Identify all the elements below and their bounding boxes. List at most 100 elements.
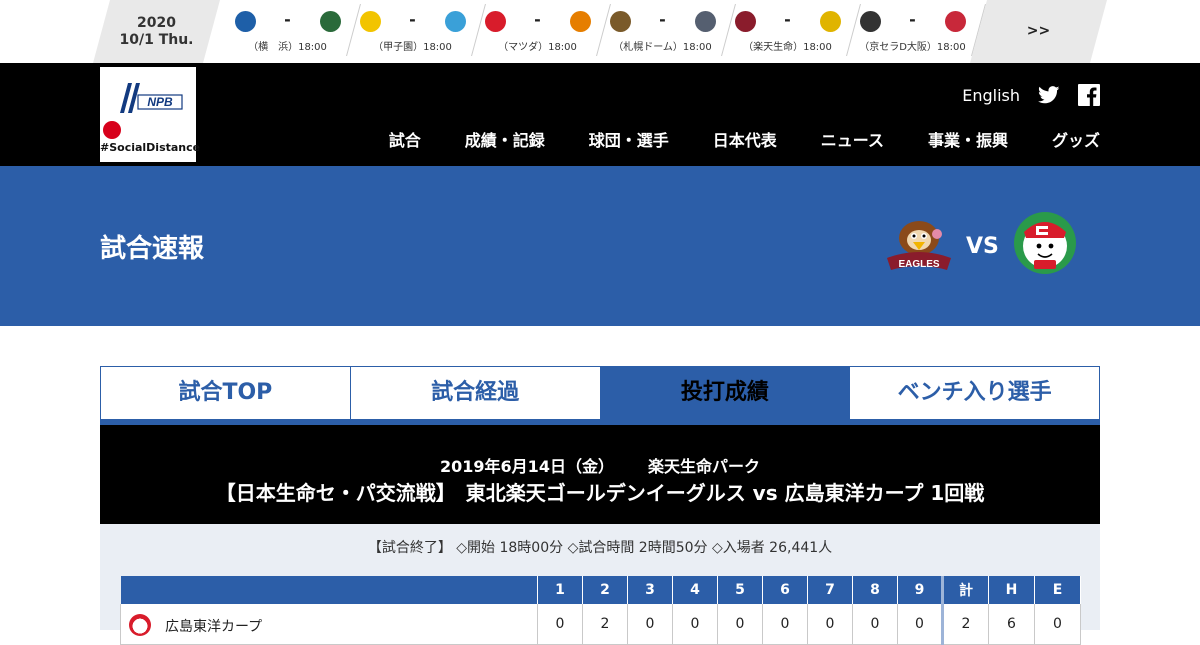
marines-logo-icon — [945, 11, 966, 32]
fighters-logo-icon — [610, 11, 631, 32]
page-title: 試合速報 — [100, 234, 205, 264]
social-distance-mark-icon — [103, 121, 121, 139]
nav-item[interactable]: 試合 — [389, 127, 421, 151]
team-column-header — [120, 576, 538, 604]
ticker-game[interactable]: - （甲子園）18:00 — [350, 0, 486, 63]
game-score: - — [909, 10, 916, 29]
ticker-game[interactable]: - （マツダ）18:00 — [475, 0, 611, 63]
game-venue-time: （甲子園）18:00 — [373, 42, 452, 53]
team-name[interactable]: 広島東洋カープ — [165, 619, 262, 635]
global-nav: 試合 成績・記録 球団・選手 日本代表 ニュース 事業・振興 グッズ — [345, 127, 1100, 151]
logo-tagline: #SocialDistance — [100, 141, 201, 154]
swallows-logo-icon — [445, 11, 466, 32]
score-cell: 0 — [807, 604, 853, 645]
score-cell: 0 — [762, 604, 808, 645]
eagles-logo-icon — [735, 11, 756, 32]
game-score: - — [659, 10, 666, 29]
svg-text:NPB: NPB — [147, 95, 173, 109]
nav-item[interactable]: 日本代表 — [713, 127, 777, 151]
game-venue-time: （京セラD大阪）18:00 — [859, 42, 966, 53]
game-venue-time: （楽天生命）18:00 — [743, 42, 832, 53]
baystars-logo-icon — [235, 11, 256, 32]
dragons-logo-icon — [320, 11, 341, 32]
hawks-logo-icon — [820, 11, 841, 32]
carp-logo-icon — [485, 11, 506, 32]
nav-item[interactable]: 事業・振興 — [928, 127, 1008, 151]
game-title: 【日本生命セ・パ交流戦】 東北楽天ゴールデンイーグルス vs 広島東洋カープ 1… — [215, 481, 985, 505]
ticker-date[interactable]: 2020 10/1 Thu. — [93, 0, 220, 63]
npb-logo[interactable]: NPB #SocialDistance — [100, 67, 201, 162]
game-header: 2019年6月14日（金） 楽天生命パーク 【日本生命セ・パ交流戦】 東北楽天ゴー… — [100, 425, 1100, 524]
score-cell: 0 — [672, 604, 718, 645]
utility-nav: English — [962, 83, 1100, 107]
game-score: - — [409, 10, 416, 29]
ticker-game[interactable]: - （京セラD大阪）18:00 — [850, 0, 986, 63]
npb-logo-icon: NPB — [120, 83, 183, 113]
ticker-day: 10/1 Thu. — [119, 32, 194, 48]
nav-item[interactable]: 球団・選手 — [589, 127, 669, 151]
tab-4[interactable]: ベンチ入り選手 — [850, 367, 1099, 425]
team-cell: 広島東洋カープ — [120, 604, 538, 645]
hero-banner: 試合速報 EAGLES VS — [0, 166, 1200, 326]
inning-header: 9 — [897, 576, 943, 604]
game-date: 2019年6月14日（金） — [440, 457, 614, 476]
lions-logo-icon — [695, 11, 716, 32]
game-venue-time: （横 浜）18:00 — [248, 42, 327, 53]
table-row: 広島東洋カープ 0 2 0 0 0 0 0 0 0 2 6 0 — [120, 604, 1081, 645]
line-score-header: 123456789計HE — [120, 576, 1081, 604]
inning-header: 7 — [807, 576, 853, 604]
carp-logo-icon[interactable] — [1012, 210, 1078, 276]
game-venue-time: （マツダ）18:00 — [498, 42, 577, 53]
ticker-game[interactable]: - （横 浜）18:00 — [225, 0, 361, 63]
ticker-year: 2020 — [137, 15, 176, 31]
facebook-icon[interactable] — [1078, 84, 1100, 106]
inning-header: 5 — [717, 576, 763, 604]
ticker-games: - （横 浜）18:00 - （甲子園）18:00 - （マツダ）18:00 - （札幌ドーム… — [225, 0, 986, 63]
eagles-logo-icon[interactable]: EAGLES — [885, 216, 953, 272]
game-score: - — [784, 10, 791, 29]
inning-header: 8 — [852, 576, 898, 604]
twitter-icon[interactable] — [1038, 86, 1060, 104]
score-cell: 2 — [941, 604, 989, 645]
tab-1[interactable]: 試合TOP — [101, 367, 351, 425]
nav-item[interactable]: ニュース — [821, 127, 884, 151]
score-cell: 2 — [582, 604, 628, 645]
giants-logo-icon — [570, 11, 591, 32]
line-score-table: 123456789計HE 広島東洋カープ 0 2 0 0 0 0 0 0 0 2 6 0 — [120, 576, 1081, 645]
game-venue-time: （札幌ドーム）18:00 — [613, 42, 712, 53]
game-score: - — [534, 10, 541, 29]
score-cell: 0 — [537, 604, 583, 645]
tigers-logo-icon — [360, 11, 381, 32]
tab-3[interactable]: 投打成績 — [600, 367, 851, 425]
score-cell: 0 — [627, 604, 673, 645]
score-cell: 0 — [1034, 604, 1081, 645]
game-meta: 2019年6月14日（金） 楽天生命パーク — [100, 453, 1100, 477]
game-stadium: 楽天生命パーク — [647, 457, 760, 476]
site-header: NPB #SocialDistance English 試合 成績・記録 球団・選手… — [0, 63, 1200, 166]
tab-2[interactable]: 試合経過 — [350, 367, 601, 425]
inning-header: 3 — [627, 576, 673, 604]
game-status: 【試合終了】 ◇開始 18時00分 ◇試合時間 2時間50分 ◇入場者 26,4… — [367, 540, 833, 556]
inning-header: E — [1034, 576, 1081, 604]
inning-header: 2 — [582, 576, 628, 604]
nav-item[interactable]: グッズ — [1052, 127, 1100, 151]
score-cell: 0 — [717, 604, 763, 645]
score-cell: 0 — [852, 604, 898, 645]
game-score: - — [284, 10, 291, 29]
game-tabs: 試合TOP 試合経過 投打成績 ベンチ入り選手 — [100, 366, 1100, 425]
inning-header: 6 — [762, 576, 808, 604]
inning-header: H — [988, 576, 1035, 604]
inning-header: 計 — [941, 576, 989, 604]
nav-item[interactable]: 成績・記録 — [465, 127, 545, 151]
ticker-game[interactable]: - （楽天生命）18:00 — [725, 0, 861, 63]
ticker-game[interactable]: - （札幌ドーム）18:00 — [600, 0, 736, 63]
ticker-next-button[interactable]: >> — [970, 0, 1107, 63]
inning-header: 1 — [537, 576, 583, 604]
buffaloes-logo-icon — [860, 11, 881, 32]
vs-label: VS — [966, 234, 999, 259]
carp-logo-icon — [129, 614, 151, 636]
score-cell: 0 — [897, 604, 943, 645]
english-link[interactable]: English — [962, 86, 1020, 105]
inning-header: 4 — [672, 576, 718, 604]
game-ticker: 2020 10/1 Thu. - （横 浜）18:00 - （甲子園）18:00 - （マ… — [0, 0, 1200, 63]
